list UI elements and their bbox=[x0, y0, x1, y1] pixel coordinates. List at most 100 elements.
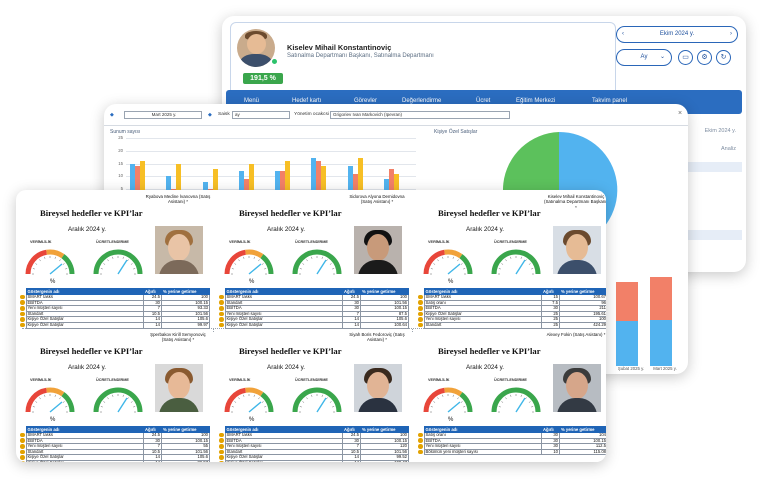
kpi-weight: 10 bbox=[541, 448, 560, 456]
warning-icon bbox=[418, 300, 423, 305]
table-row[interactable]: Standart 25 424.29 bbox=[418, 322, 606, 329]
employee-name: Kiselev Mihail Konstantinoviç (Satınalma… bbox=[544, 194, 606, 210]
grid-line bbox=[126, 138, 416, 139]
warning-icon bbox=[418, 311, 423, 317]
x-tick-label: Şubat 2025 y. bbox=[617, 366, 645, 371]
gauge-arc bbox=[459, 392, 473, 413]
employee-photo bbox=[155, 226, 203, 274]
grid-line bbox=[126, 150, 416, 152]
table-row[interactable]: Kişiye Özel Satışlar 14 86.57 bbox=[20, 460, 210, 462]
gauge-needle bbox=[515, 259, 526, 275]
warning-icon bbox=[20, 449, 25, 455]
employee-photo bbox=[354, 364, 402, 412]
gauge-arc bbox=[444, 387, 463, 397]
gauge-arc bbox=[491, 249, 541, 275]
kpi-completion: 424.29 bbox=[559, 322, 606, 329]
settings-button[interactable]: ⚙ bbox=[697, 50, 712, 65]
warning-icon bbox=[20, 443, 25, 449]
kpi-completion: 86.57 bbox=[161, 460, 210, 462]
kpi-name: Kişiye Özel Satışlar bbox=[25, 460, 144, 462]
period-label: Ekim 2024 y. bbox=[659, 31, 695, 37]
kpi-card: Bireysel hedefler ve KPI’lar Aralık 2024 … bbox=[418, 332, 606, 462]
gauge-chart bbox=[292, 249, 342, 275]
warning-icon bbox=[20, 438, 25, 443]
chevron-left-icon[interactable]: ‹ bbox=[622, 27, 624, 42]
gauge-needle bbox=[117, 259, 128, 275]
gauge-label-compensation: ÜCRETLENDİRME bbox=[295, 240, 328, 244]
gauge-label-compensation: ÜCRETLENDİRME bbox=[494, 378, 527, 382]
gauge-label-efficiency: VERİMLİLİK bbox=[428, 378, 450, 382]
warning-icon bbox=[20, 432, 25, 438]
y-tick-label: 15 bbox=[118, 160, 123, 166]
warning-icon bbox=[219, 455, 224, 460]
employee-photo bbox=[553, 226, 601, 274]
gauge-arc bbox=[491, 387, 541, 413]
period-type-select[interactable]: Ay ⌄ bbox=[616, 49, 672, 66]
kpi-table: Göstergenin adı Ağırlı% yerine getirme SM… bbox=[20, 288, 210, 329]
employee-photo bbox=[553, 364, 601, 412]
gauge-percent: % bbox=[50, 279, 56, 285]
profile-name: Kiselev Mihail Konstantinoviç bbox=[287, 43, 392, 52]
employee-name: Şperbakov Kirill Semyonoviç (Satış Asist… bbox=[150, 332, 206, 343]
gauge-arc bbox=[292, 387, 342, 413]
kpi-weight: 14 bbox=[143, 460, 162, 462]
warning-icon bbox=[219, 432, 224, 438]
gauge-chart bbox=[423, 249, 473, 275]
gauge-arc bbox=[61, 392, 75, 413]
kpi-card: Bireysel hedefler ve KPI’lar Aralık 2024 … bbox=[219, 194, 415, 329]
kpi-completion: 109.47 bbox=[360, 460, 409, 462]
table-row[interactable]: Kişiye Özel Satışlar 14 100.64 bbox=[219, 322, 409, 329]
refresh-button[interactable]: ↻ bbox=[716, 50, 731, 65]
gauge-percent: % bbox=[249, 417, 255, 423]
gauge-arc bbox=[93, 249, 143, 275]
gauge-chart bbox=[292, 387, 342, 413]
card-title: Bireysel hedefler ve KPI’lar bbox=[438, 208, 541, 218]
kpi-table: Göstergenin adı Ağırlı% yerine getirme SM… bbox=[418, 288, 606, 329]
kpi-weight: 25 bbox=[541, 322, 560, 329]
avatar bbox=[237, 29, 275, 67]
warning-icon bbox=[219, 305, 224, 311]
warning-icon bbox=[20, 460, 25, 462]
chat-button[interactable]: ▭ bbox=[678, 50, 693, 65]
kpi-name: Standart bbox=[423, 322, 542, 329]
employee-photo bbox=[354, 226, 402, 274]
gauge-percent: % bbox=[448, 417, 454, 423]
gauge-arc bbox=[459, 254, 473, 275]
y-tick-label: 10 bbox=[118, 173, 123, 179]
warning-icon bbox=[219, 449, 224, 455]
gauge-label-compensation: ÜCRETLENDİRME bbox=[494, 240, 527, 244]
gauge-arc bbox=[25, 387, 48, 413]
table-row[interactable]: Kişiye Özel Satışlar 14 99.97 bbox=[20, 322, 210, 329]
employee-name: Ryabova Medine İvanovna (Satış Asistanı)… bbox=[145, 194, 211, 205]
gauge-label-efficiency: VERİMLİLİK bbox=[30, 240, 52, 244]
table-row[interactable]: Kişiye Özel Satışlar 14 109.47 bbox=[219, 460, 409, 462]
side-analysis[interactable]: Analiz bbox=[721, 146, 736, 152]
x-tick-label: Mart 2025 y. bbox=[653, 366, 677, 371]
y-tick-label: 25 bbox=[118, 135, 123, 140]
profile-card: Kiselev Mihail Konstantinoviç Satınalma … bbox=[230, 22, 616, 98]
gauge-needle bbox=[316, 397, 327, 413]
gauge-label-efficiency: VERİMLİLİK bbox=[30, 378, 52, 382]
gauge-percent: % bbox=[448, 279, 454, 285]
kpi-card: Bireysel hedefler ve KPI’lar Aralık 2024 … bbox=[20, 332, 216, 462]
card-period: Aralık 2024 y. bbox=[267, 226, 306, 233]
warning-icon bbox=[418, 443, 423, 449]
table-row[interactable]: Bölümün yeni müşteri sayısı 10 115.08 bbox=[418, 448, 606, 456]
kpi-completion: 100.64 bbox=[360, 322, 409, 329]
gauge-chart bbox=[93, 387, 143, 413]
card-title: Bireysel hedefler ve KPI’lar bbox=[40, 346, 143, 356]
close-icon[interactable]: × bbox=[678, 110, 682, 117]
kpi-card: Bireysel hedefler ve KPI’lar Aralık 2024 … bbox=[20, 194, 216, 329]
gauge-needle bbox=[49, 401, 63, 413]
gauge-arc bbox=[423, 249, 446, 275]
gauge-chart bbox=[491, 249, 541, 275]
card-period: Aralık 2024 y. bbox=[68, 226, 107, 233]
y-tick-label: 20 bbox=[118, 147, 123, 153]
warning-icon bbox=[219, 443, 224, 449]
gauge-chart bbox=[93, 249, 143, 275]
gauge-needle bbox=[117, 397, 128, 413]
chevron-right-icon[interactable]: › bbox=[730, 27, 732, 42]
period-select[interactable]: ‹ Ekim 2024 y. › bbox=[616, 26, 738, 43]
card-period: Aralık 2024 y. bbox=[267, 364, 306, 371]
pie-title: Kişiye Özel Satışlar bbox=[434, 129, 478, 135]
